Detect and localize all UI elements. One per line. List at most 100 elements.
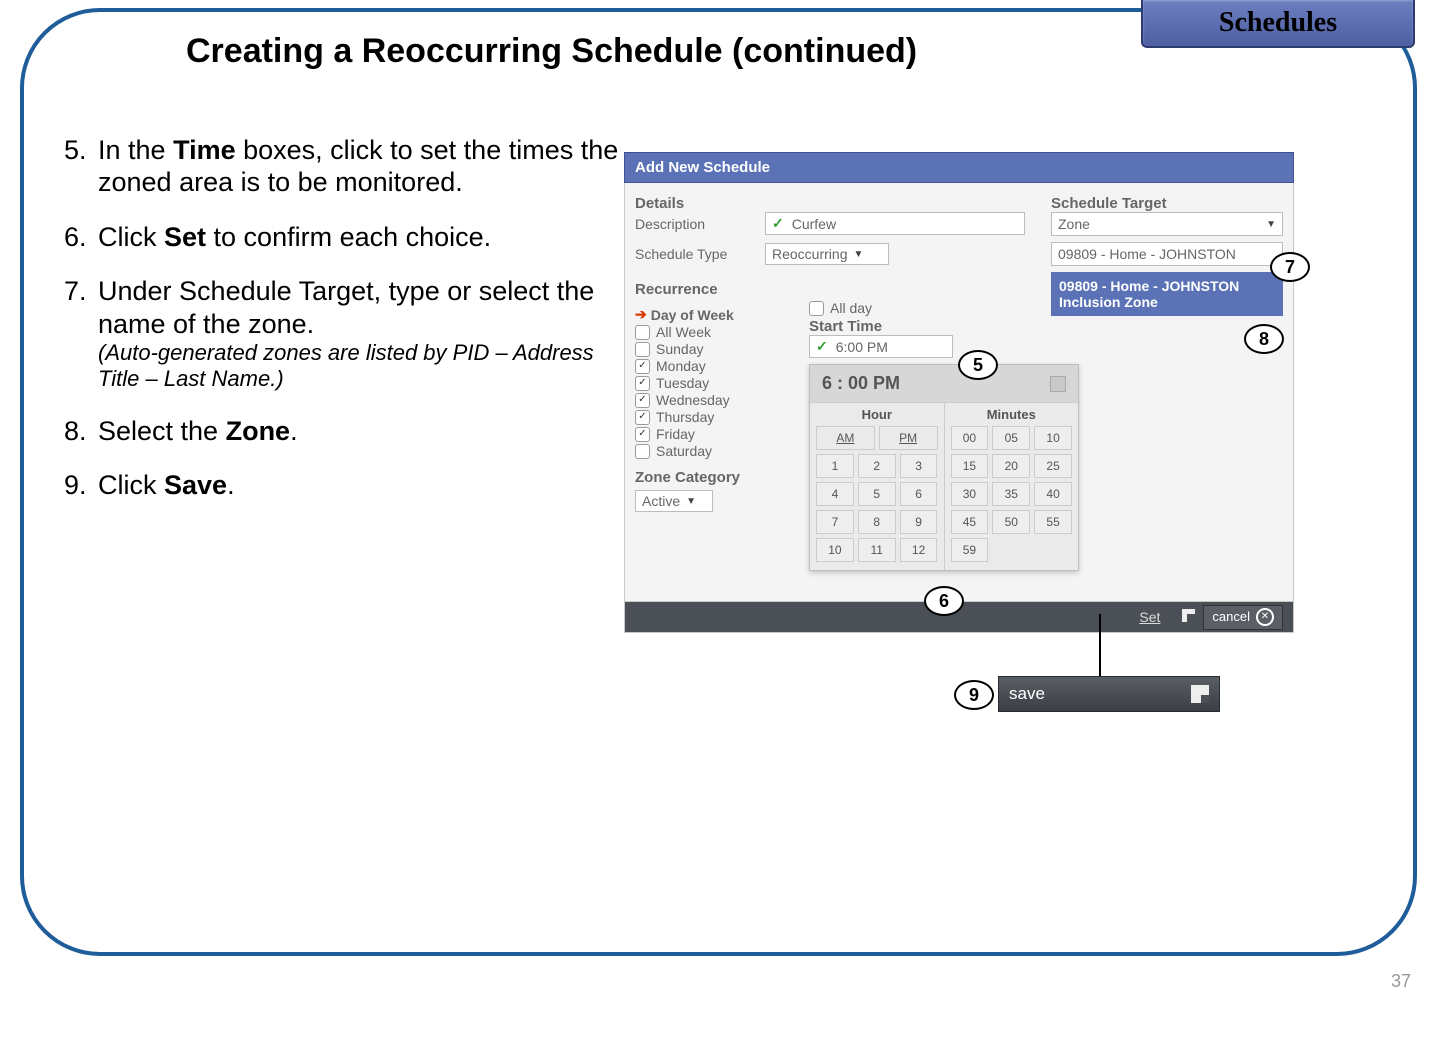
instruction-note: (Auto-generated zones are listed by PID … bbox=[98, 340, 624, 393]
hour-cell[interactable]: 8 bbox=[858, 510, 896, 534]
day-label: Saturday bbox=[656, 443, 712, 459]
set-button[interactable]: Set bbox=[1139, 609, 1160, 625]
checkbox-icon bbox=[635, 410, 650, 425]
page-title: Creating a Reoccurring Schedule (continu… bbox=[186, 32, 917, 71]
chevron-down-icon: ▼ bbox=[853, 249, 863, 260]
minute-cell[interactable]: 10 bbox=[1034, 426, 1072, 450]
day-checkbox-row[interactable]: Monday bbox=[635, 358, 805, 374]
day-checkbox-row[interactable]: Tuesday bbox=[635, 375, 805, 391]
zone-category-label: Zone Category bbox=[635, 469, 805, 486]
minute-cell[interactable]: 00 bbox=[951, 426, 989, 450]
start-time-input[interactable]: 6:00 PM bbox=[809, 335, 953, 358]
description-value: Curfew bbox=[792, 216, 836, 232]
description-label: Description bbox=[635, 216, 765, 232]
check-icon bbox=[772, 215, 788, 232]
day-label: Tuesday bbox=[656, 375, 709, 391]
zone-category-select[interactable]: Active ▼ bbox=[635, 490, 713, 512]
schedule-type-value: Reoccurring bbox=[772, 246, 847, 262]
target-name-input[interactable]: 09809 - Home - JOHNSTON bbox=[1051, 242, 1283, 266]
instruction-item: Click Set to confirm each choice. bbox=[94, 221, 624, 253]
chevron-down-icon: ▼ bbox=[1266, 219, 1276, 230]
recurrence-section-label: Recurrence bbox=[635, 281, 805, 298]
minute-cell[interactable]: 05 bbox=[992, 426, 1030, 450]
description-input[interactable]: Curfew bbox=[765, 212, 1025, 235]
hour-cell[interactable]: 6 bbox=[900, 482, 938, 506]
day-checkbox-row[interactable]: Thursday bbox=[635, 409, 805, 425]
checkbox-icon bbox=[635, 376, 650, 391]
save-button[interactable]: save bbox=[998, 676, 1220, 712]
hour-cell[interactable]: 2 bbox=[858, 454, 896, 478]
hour-cell[interactable]: 7 bbox=[816, 510, 854, 534]
day-checkbox-row[interactable]: Sunday bbox=[635, 341, 805, 357]
minute-cell[interactable]: 50 bbox=[992, 510, 1030, 534]
check-icon bbox=[816, 338, 832, 355]
checkbox-icon bbox=[635, 444, 650, 459]
callout-5: 5 bbox=[958, 350, 998, 380]
day-checkbox-row[interactable]: Wednesday bbox=[635, 392, 805, 408]
hour-cell[interactable]: 5 bbox=[858, 482, 896, 506]
day-label: Friday bbox=[656, 426, 695, 442]
ampm-cell[interactable]: PM bbox=[879, 426, 938, 450]
start-time-label: Start Time bbox=[809, 318, 1079, 335]
day-of-week-heading: ➔ Day of Week bbox=[635, 306, 805, 323]
day-checkbox-row[interactable]: All Week bbox=[635, 324, 805, 340]
checkbox-icon bbox=[635, 427, 650, 442]
schedule-type-select[interactable]: Reoccurring ▼ bbox=[765, 243, 889, 265]
day-checkbox-row[interactable]: Friday bbox=[635, 426, 805, 442]
hour-cell[interactable]: 1 bbox=[816, 454, 854, 478]
dropdown-line2: Inclusion Zone bbox=[1059, 294, 1275, 310]
callout-9: 9 bbox=[954, 680, 994, 710]
day-label: Wednesday bbox=[656, 392, 730, 408]
hour-cell[interactable]: 12 bbox=[900, 538, 938, 562]
instructions: In the Time boxes, click to set the time… bbox=[54, 134, 624, 524]
close-icon: ✕ bbox=[1256, 608, 1274, 626]
cancel-label: cancel bbox=[1212, 609, 1250, 624]
minute-cell[interactable]: 55 bbox=[1034, 510, 1072, 534]
callout-8: 8 bbox=[1244, 324, 1284, 354]
target-type-select[interactable]: Zone ▼ bbox=[1051, 212, 1283, 236]
ampm-cell[interactable]: AM bbox=[816, 426, 875, 450]
day-checkbox-row[interactable]: Saturday bbox=[635, 443, 805, 459]
hour-label: Hour bbox=[816, 407, 938, 422]
checkbox-icon bbox=[635, 342, 650, 357]
checkbox-icon bbox=[635, 359, 650, 374]
arrow-right-icon: ➔ bbox=[635, 306, 647, 323]
hour-cell[interactable]: 9 bbox=[900, 510, 938, 534]
hour-cell[interactable]: 4 bbox=[816, 482, 854, 506]
checkbox-icon bbox=[635, 393, 650, 408]
day-label: Thursday bbox=[656, 409, 714, 425]
cancel-button[interactable]: cancel ✕ bbox=[1203, 605, 1283, 630]
panel-header: Add New Schedule bbox=[624, 152, 1294, 183]
minute-cell[interactable]: 20 bbox=[992, 454, 1030, 478]
target-type-value: Zone bbox=[1058, 216, 1090, 232]
chevron-down-icon: ▼ bbox=[686, 496, 696, 507]
schedules-tab: Schedules bbox=[1141, 0, 1415, 48]
day-label: All Week bbox=[656, 324, 711, 340]
minute-cell[interactable]: 40 bbox=[1034, 482, 1072, 506]
time-picker: 6 : 00 PM Hour AMPM 123456789101112 Minu… bbox=[809, 364, 1079, 571]
instruction-item: Under Schedule Target, type or select th… bbox=[94, 275, 624, 393]
instruction-item: Select the Zone. bbox=[94, 415, 624, 447]
instruction-item: In the Time boxes, click to set the time… bbox=[94, 134, 624, 199]
schedule-target-label: Schedule Target bbox=[1051, 195, 1283, 212]
minute-cell[interactable]: 45 bbox=[951, 510, 989, 534]
instruction-item: Click Save. bbox=[94, 469, 624, 501]
hour-cell[interactable]: 10 bbox=[816, 538, 854, 562]
target-dropdown-panel[interactable]: 09809 - Home - JOHNSTON Inclusion Zone bbox=[1051, 272, 1283, 316]
minute-cell[interactable]: 30 bbox=[951, 482, 989, 506]
minute-cell[interactable]: 35 bbox=[992, 482, 1030, 506]
save-small-icon bbox=[1182, 609, 1195, 625]
callout-7: 7 bbox=[1270, 252, 1310, 282]
close-icon[interactable] bbox=[1050, 376, 1066, 392]
all-day-checkbox-row[interactable]: All day bbox=[809, 300, 1079, 316]
all-day-label: All day bbox=[830, 300, 872, 316]
minute-cell[interactable]: 59 bbox=[951, 538, 989, 562]
hour-cell[interactable]: 11 bbox=[858, 538, 896, 562]
minute-cell[interactable]: 25 bbox=[1034, 454, 1072, 478]
minute-cell[interactable]: 15 bbox=[951, 454, 989, 478]
checkbox-icon bbox=[809, 301, 824, 316]
target-name-value: 09809 - Home - JOHNSTON bbox=[1058, 246, 1236, 262]
day-label: Sunday bbox=[656, 341, 703, 357]
hour-cell[interactable]: 3 bbox=[900, 454, 938, 478]
time-display: 6 : 00 PM bbox=[822, 373, 900, 394]
